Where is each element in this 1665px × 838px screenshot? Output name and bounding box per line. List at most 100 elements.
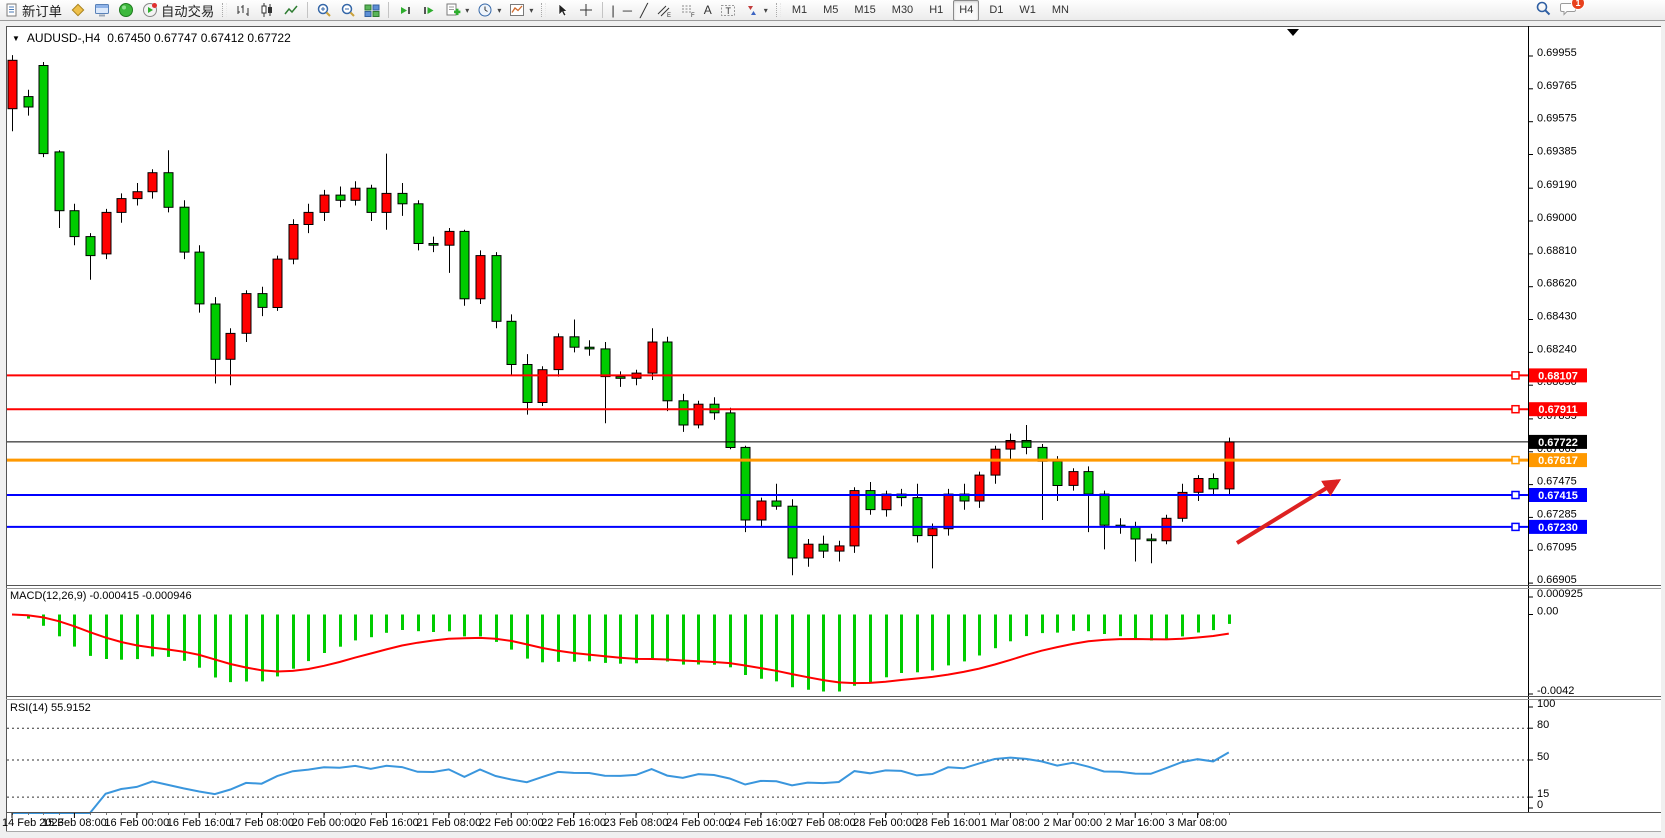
new-order-icon	[5, 3, 19, 17]
new-order-button[interactable]: 新订单	[2, 1, 65, 20]
horizontal-line-icon: ─	[623, 4, 632, 17]
timeframe-H1[interactable]: H1	[923, 0, 949, 21]
bull-candle	[273, 259, 282, 307]
bull-candle	[975, 475, 984, 501]
bear-candle	[1147, 539, 1156, 541]
horizontal-line-button[interactable]: ─	[620, 1, 635, 20]
bar-chart-button[interactable]	[232, 1, 254, 20]
bull-candle	[1162, 518, 1171, 541]
community-chat-button[interactable]: 1	[1560, 1, 1578, 20]
indicators-button[interactable]: ▾	[442, 1, 472, 20]
svg-text:2 Mar 16:00: 2 Mar 16:00	[1106, 817, 1165, 829]
indicators-icon	[445, 2, 461, 18]
bull-candle	[476, 256, 485, 299]
auto-scroll-button[interactable]	[394, 1, 416, 20]
text-button[interactable]: A	[701, 1, 715, 20]
bear-candle	[195, 252, 204, 304]
mt4-window: 0.699550.697650.695750.693850.691900.690…	[0, 0, 1665, 838]
svg-text:80: 80	[1537, 719, 1549, 731]
crosshair-button[interactable]	[575, 1, 597, 20]
bull-candle	[1178, 492, 1187, 518]
arrows-icon	[744, 3, 760, 18]
timeframe-W1[interactable]: W1	[1013, 0, 1042, 21]
bear-candle	[367, 188, 376, 212]
toolbar: 新订单 自动交易	[0, 0, 1665, 21]
trendline-button[interactable]: ╱	[637, 1, 651, 20]
chart-background	[6, 26, 1661, 832]
svg-text:0.67617: 0.67617	[1538, 455, 1578, 467]
fibonacci-icon: F	[680, 3, 696, 18]
svg-text:0.69385: 0.69385	[1537, 146, 1577, 158]
bear-candle	[414, 204, 423, 244]
bear-candle	[1100, 494, 1109, 525]
line-chart-icon	[283, 3, 299, 18]
data-window-button[interactable]	[67, 1, 89, 20]
bull-candle	[133, 192, 142, 199]
templates-button[interactable]: ▾	[506, 1, 536, 20]
bear-candle	[1084, 472, 1093, 495]
auto-trading-button[interactable]: 自动交易	[139, 1, 217, 20]
macd-label: MACD(12,26,9) -0.000415 -0.000946	[10, 590, 192, 602]
svg-text:24 Feb 16:00: 24 Feb 16:00	[728, 817, 793, 829]
svg-text:0.67415: 0.67415	[1538, 490, 1578, 502]
periods-button[interactable]: ▾	[474, 1, 504, 20]
toolbar-grip	[541, 3, 546, 17]
search-icon[interactable]	[1535, 0, 1552, 20]
svg-text:3 Mar 08:00: 3 Mar 08:00	[1168, 817, 1227, 829]
bull-candle	[102, 212, 111, 254]
candlestick-chart-button[interactable]	[256, 1, 278, 20]
svg-text:T: T	[725, 6, 731, 16]
text-label-button[interactable]: T	[717, 1, 739, 20]
auto-scroll-icon	[397, 3, 413, 18]
new-order-label: 新订单	[22, 1, 62, 20]
timeframe-D1[interactable]: D1	[983, 0, 1009, 21]
trendline-icon: ╱	[640, 4, 648, 17]
timeframe-H4[interactable]: H4	[953, 0, 979, 21]
collapse-header-icon[interactable]: ▼	[12, 34, 20, 43]
text-icon: A	[704, 4, 712, 17]
svg-text:16 Feb 16:00: 16 Feb 16:00	[167, 817, 232, 829]
svg-text:0.66905: 0.66905	[1537, 574, 1577, 586]
line-chart-button[interactable]	[280, 1, 302, 20]
crosshair-icon	[578, 2, 594, 18]
bear-candle	[70, 211, 79, 237]
equidistant-channel-button[interactable]: E	[653, 1, 675, 20]
svg-text:17 Feb 08:00: 17 Feb 08:00	[229, 817, 294, 829]
svg-text:0.69190: 0.69190	[1537, 179, 1577, 191]
toolbar-right-group: 1	[1535, 0, 1663, 20]
bear-candle	[86, 237, 95, 256]
bear-candle	[772, 501, 781, 506]
timeframe-M1[interactable]: M1	[786, 0, 813, 21]
bull-candle	[804, 544, 813, 558]
navigator-button[interactable]	[115, 1, 137, 20]
bear-candle	[913, 498, 922, 536]
bull-candle	[445, 231, 454, 245]
arrows-button[interactable]: ▾	[741, 1, 771, 20]
vertical-line-icon: |	[611, 4, 614, 17]
toolbar-grip	[776, 3, 781, 17]
timeframe-M5[interactable]: M5	[817, 0, 844, 21]
bull-candle	[1225, 442, 1234, 489]
navigator-icon	[118, 2, 134, 18]
timeframe-M15[interactable]: M15	[848, 0, 881, 21]
zoom-out-button[interactable]	[337, 1, 359, 20]
bear-candle	[741, 447, 750, 520]
fibonacci-button[interactable]: F	[677, 1, 699, 20]
zoom-in-button[interactable]	[313, 1, 335, 20]
cursor-button[interactable]	[551, 1, 573, 20]
bear-candle	[492, 256, 501, 322]
terminal-button[interactable]	[91, 1, 113, 20]
bull-candle	[304, 212, 313, 224]
tile-windows-button[interactable]	[361, 1, 383, 20]
chevron-down-icon: ▾	[497, 6, 501, 15]
bear-candle	[819, 544, 828, 551]
svg-text:0.67475: 0.67475	[1537, 476, 1577, 488]
timeframe-MN[interactable]: MN	[1046, 0, 1075, 21]
toolbar-separator	[602, 2, 603, 18]
timeframe-M30[interactable]: M30	[886, 0, 919, 21]
bear-candle	[585, 347, 594, 349]
chart-shift-button[interactable]	[418, 1, 440, 20]
toolbar-separator	[307, 2, 308, 18]
cursor-icon	[554, 2, 570, 18]
vertical-line-button[interactable]: |	[608, 1, 617, 20]
